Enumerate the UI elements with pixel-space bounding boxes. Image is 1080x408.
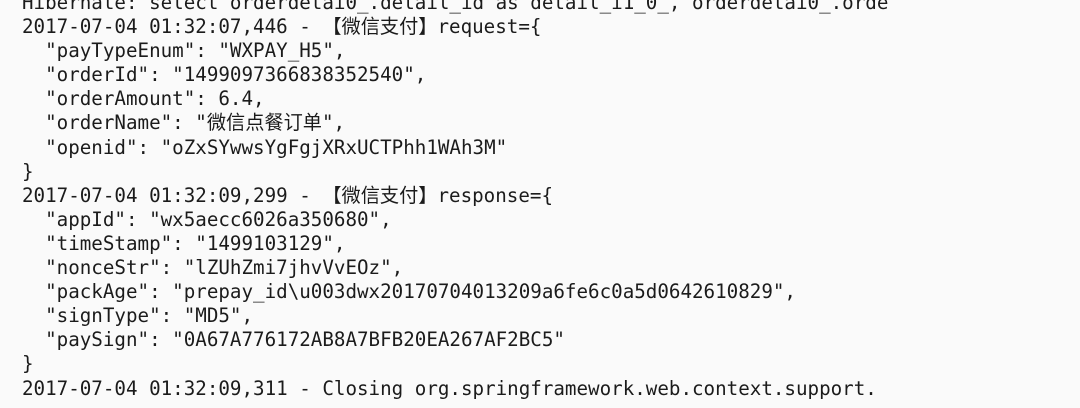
- log-line-pay-sign: "paySign": "0A67A776172AB8A7BFB20EA267AF…: [22, 328, 565, 352]
- log-line-request-close-brace: }: [22, 159, 34, 183]
- log-line-response-header: 2017-07-04 01:32:09,299 - 【微信支付】response…: [22, 183, 553, 207]
- log-line-hibernate-query: Hibernate: select orderdetai0_.detail_id…: [22, 0, 889, 14]
- log-line-order-name: "orderName": "微信点餐订单",: [22, 111, 346, 135]
- log-line-nonce-str: "nonceStr": "lZUhZmi7jhvVvEOz",: [22, 256, 404, 280]
- log-line-response-close-brace: }: [22, 352, 34, 376]
- log-line-timestamp: "timeStamp": "1499103129",: [22, 231, 346, 255]
- log-line-request-header: 2017-07-04 01:32:07,446 - 【微信支付】request=…: [22, 15, 542, 39]
- log-line-order-amount: "orderAmount": 6.4,: [22, 87, 265, 111]
- console-log: Hibernate: select orderdetai0_.detail_id…: [22, 0, 888, 401]
- log-line-pay-type-enum: "payTypeEnum": "WXPAY_H5",: [22, 39, 346, 63]
- log-line-order-id: "orderId": "1499097366838352540",: [22, 63, 427, 87]
- log-line-closing-context: 2017-07-04 01:32:09,311 - Closing org.sp…: [22, 376, 877, 400]
- log-line-app-id: "appId": "wx5aecc6026a350680",: [22, 207, 392, 231]
- console-output-panel: Hibernate: select orderdetai0_.detail_id…: [0, 0, 1080, 408]
- log-line-sign-type: "signType": "MD5",: [22, 304, 254, 328]
- log-line-openid: "openid": "oZxSYwwsYgFgjXRxUCTPhh1WAh3M": [22, 135, 508, 159]
- log-line-package: "packAge": "prepay_id\u003dwx20170704013…: [22, 280, 796, 304]
